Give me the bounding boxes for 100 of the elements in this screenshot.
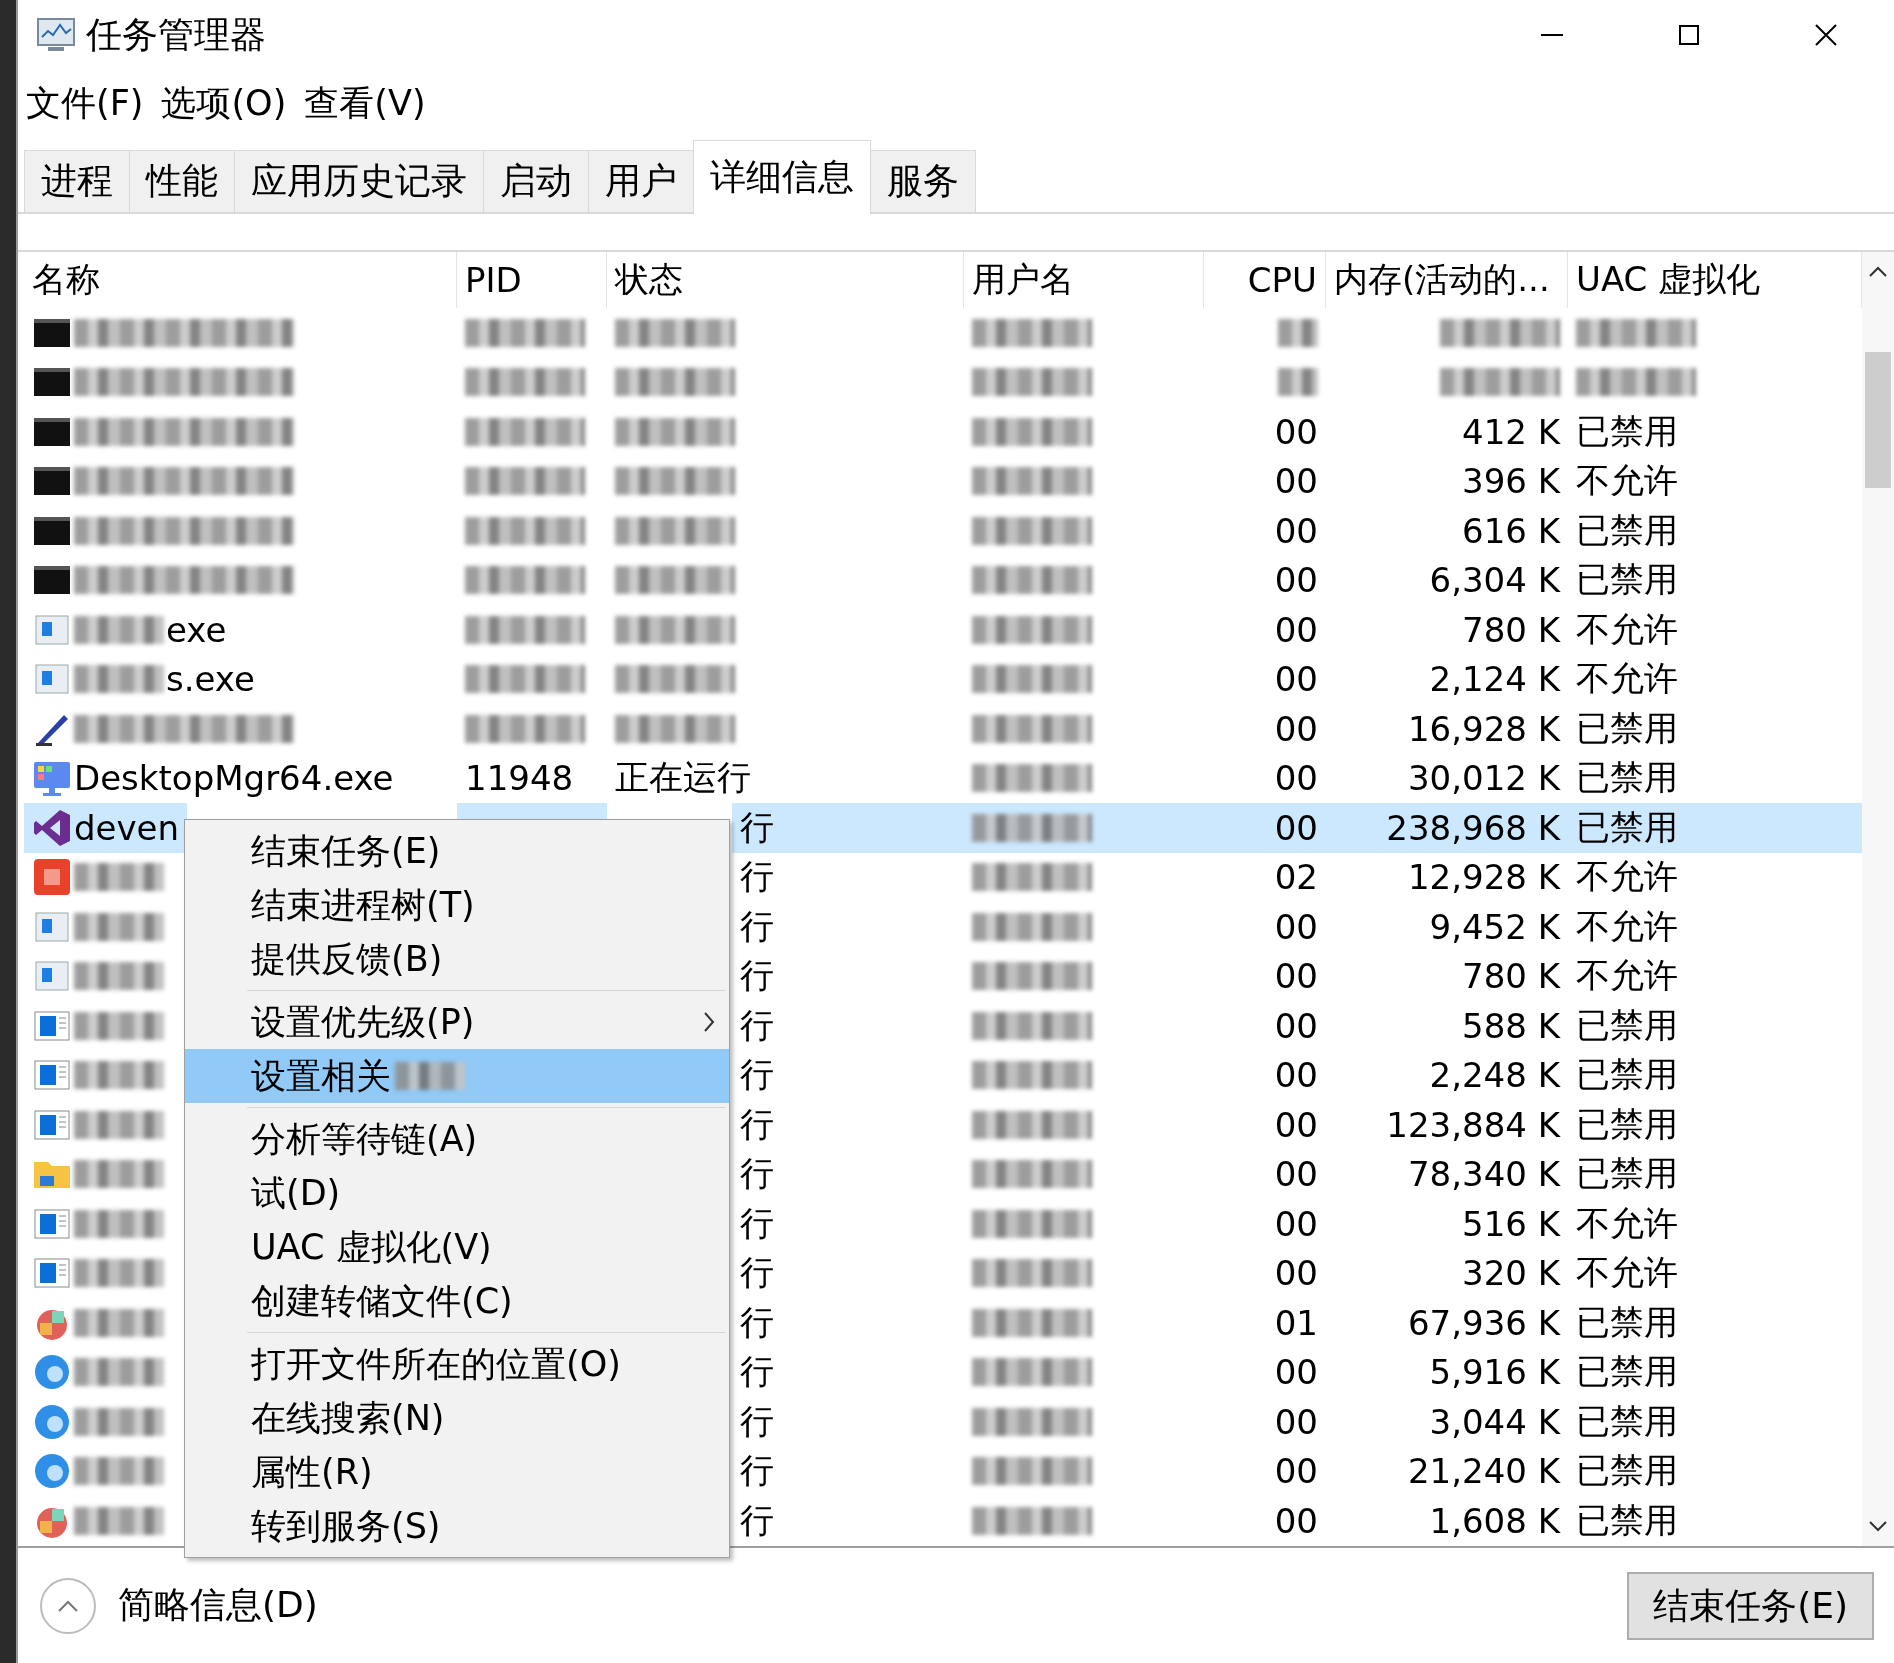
table-cell-text: 不允许 (1575, 1201, 1679, 1245)
app-icon (32, 857, 72, 898)
table-cell: 00 (1204, 803, 1326, 853)
cell-text: DesktopMgr64.exe (74, 758, 394, 799)
table-cell-text: 616 K (1461, 509, 1562, 553)
close-icon (1814, 24, 1837, 46)
menu-item[interactable]: 打开文件所在的位置(O) (185, 1337, 729, 1391)
name-cell[interactable]: deven (24, 803, 188, 853)
menu-item[interactable]: 提供反馈(B) (185, 932, 729, 986)
table-cell-text: 00 (1273, 1202, 1319, 1246)
scroll-down-icon[interactable] (1868, 1520, 1888, 1532)
menu-item-label: 结束任务(E) (251, 829, 441, 873)
name-cell[interactable]: s.exe (24, 654, 457, 704)
table-cell-text: 1,608 K (1428, 1499, 1562, 1543)
table-cell: 已禁用 (1568, 803, 1862, 853)
table-cell-text: 已禁用 (1575, 1003, 1679, 1047)
menu-item[interactable]: 创建转储文件(C) (185, 1274, 729, 1328)
table-cell-text: 行 (739, 1053, 775, 1097)
table-cell-text: 已禁用 (1575, 1498, 1679, 1542)
column-header[interactable]: PID (457, 252, 607, 308)
menu-item[interactable]: 在线搜索(N) (185, 1391, 729, 1445)
table-cell-text: 00 (1273, 460, 1319, 504)
tab[interactable]: 服务 (870, 150, 976, 212)
window-title: 任务管理器 (86, 12, 266, 57)
table-cell-text: 行 (739, 1300, 775, 1344)
table-cell-text: 行 (739, 1498, 775, 1542)
menu-item-label: 创建转储文件(C) (251, 1279, 513, 1323)
table-cell-text: 9,452 K (1428, 905, 1562, 949)
tab[interactable]: 详细信息 (693, 140, 871, 214)
menu-item-label: 结束进程树(T) (251, 883, 475, 927)
collapse-button[interactable] (40, 1577, 96, 1634)
fewer-details-link[interactable]: 简略信息(D) (118, 1581, 318, 1630)
menu-item[interactable]: 选项(O) (159, 77, 289, 129)
column-header[interactable]: 用户名 (964, 252, 1204, 308)
column-header[interactable]: CPU (1204, 252, 1326, 308)
menu-item-label: 设置相关 (251, 1054, 391, 1098)
monitor-chart-icon (36, 17, 76, 53)
table-cell-text: 行 (739, 1350, 775, 1394)
table-cell-text: 780 K (1461, 955, 1562, 999)
table-cell-text: 已禁用 (1575, 1449, 1679, 1493)
column-header[interactable]: 状态 (607, 252, 964, 308)
name-cell[interactable]: DesktopMgr64.exe (24, 753, 457, 803)
table-cell-text: 不允许 (1575, 904, 1679, 948)
table-cell-text: 00 (1273, 955, 1319, 999)
tab[interactable]: 用户 (588, 150, 694, 212)
table-cell-text: 396 K (1461, 460, 1562, 504)
table-cell-text: 00 (1273, 1252, 1319, 1296)
table-cell-text: 00 (1273, 410, 1319, 454)
table-cell-text: 78,340 K (1406, 1153, 1562, 1197)
menu-item-label: 在线搜索(N) (251, 1396, 445, 1440)
table-cell-text: 不允许 (1575, 459, 1679, 503)
menu-item[interactable]: 属性(R) (185, 1445, 729, 1499)
menu-item[interactable]: 文件(F) (24, 77, 146, 129)
scroll-up-icon[interactable] (1868, 266, 1888, 278)
menu-item-label: 属性(R) (251, 1450, 373, 1494)
table-cell-text: 412 K (1461, 410, 1562, 454)
menu-item[interactable]: 查看(V) (302, 77, 428, 129)
table-cell-text: 320 K (1461, 1252, 1562, 1296)
end-task-button[interactable]: 结束任务(E) (1627, 1571, 1874, 1640)
tab[interactable]: 启动 (483, 150, 589, 212)
maximize-icon (1678, 25, 1699, 45)
table-cell-text: 00 (1273, 509, 1319, 553)
column-header[interactable]: 名称 (24, 252, 457, 308)
menu-item-label: 试(D) (251, 1171, 341, 1215)
tab[interactable]: 应用历史记录 (234, 150, 484, 212)
menu-item[interactable]: 结束任务(E) (185, 824, 729, 878)
menu-item[interactable]: UAC 虚拟化(V) (185, 1220, 729, 1274)
table-cell-text: 00 (1273, 757, 1319, 801)
scrollbar[interactable] (1862, 252, 1894, 1546)
table-cell-text: 已禁用 (1575, 756, 1679, 800)
table-cell-text: 正在运行 (614, 756, 752, 800)
table-cell-text: 行 (739, 954, 775, 998)
table-cell-text: 67,936 K (1406, 1301, 1562, 1345)
menu-item[interactable]: 结束进程树(T) (185, 878, 729, 932)
cell-text: deven (74, 807, 180, 848)
table-cell-text: 已禁用 (1575, 1350, 1679, 1394)
menu-item[interactable]: 试(D) (185, 1166, 729, 1220)
menu-item[interactable]: 分析等待链(A) (185, 1112, 729, 1166)
table-cell-text: 不允许 (1575, 1251, 1679, 1295)
tab[interactable]: 进程 (24, 150, 130, 212)
menu-item-label: 设置优先级(P) (251, 1000, 475, 1044)
table-cell-text: 3,044 K (1428, 1400, 1562, 1444)
table-cell-text: 行 (739, 1201, 775, 1245)
table-cell-text: 6,304 K (1428, 559, 1562, 603)
menu-item-label: UAC 虚拟化(V) (251, 1225, 492, 1269)
name-cell[interactable]: exe (24, 605, 457, 655)
column-header[interactable]: 内存(活动的... (1326, 252, 1568, 308)
menu-item[interactable]: 设置优先级(P) (185, 995, 729, 1049)
table-cell-text: 780 K (1461, 608, 1562, 652)
scrollbar-thumb[interactable] (1865, 352, 1891, 488)
tab[interactable]: 性能 (129, 150, 235, 212)
menu-item[interactable]: 转到服务(S) (185, 1499, 729, 1553)
table-cell-text: 02 (1273, 856, 1319, 900)
table-cell-text: 00 (1273, 559, 1319, 603)
table-cell-text: 00 (1273, 1450, 1319, 1494)
menu-item[interactable]: 设置相关 (185, 1049, 729, 1103)
table-cell-text: 行 (739, 1102, 775, 1146)
cell-text: exe (166, 609, 227, 650)
table-cell: 238,968 K (1326, 803, 1568, 853)
table-cell-text: 已禁用 (1575, 1300, 1679, 1344)
